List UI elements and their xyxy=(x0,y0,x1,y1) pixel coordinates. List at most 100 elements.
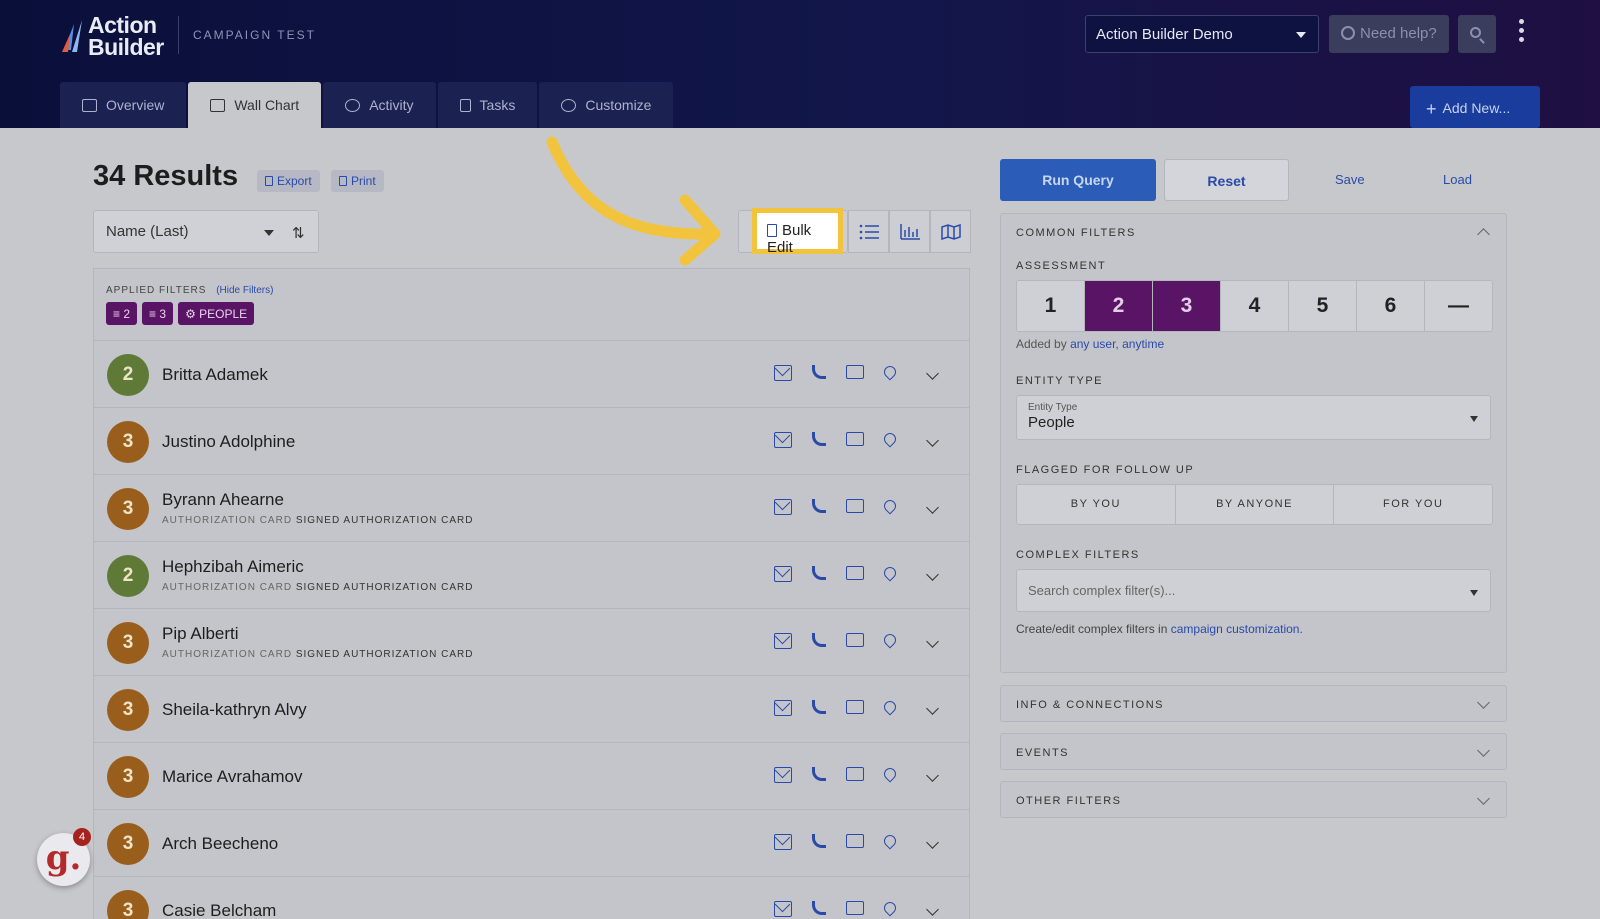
chat-icon[interactable] xyxy=(846,633,864,647)
person-name[interactable]: Justino Adolphine xyxy=(162,432,295,452)
person-row[interactable]: 3 Justino Adolphine xyxy=(94,408,969,475)
email-icon[interactable] xyxy=(774,700,792,716)
assessment-option[interactable]: 5 xyxy=(1289,281,1357,331)
chat-icon[interactable] xyxy=(846,767,864,781)
chevron-down-icon[interactable] xyxy=(926,434,939,447)
need-help-button[interactable]: Need help? xyxy=(1329,15,1449,53)
person-row[interactable]: 3 Byrann Ahearne AUTHORIZATION CARD SIGNED… xyxy=(94,475,969,542)
campaign-customization-link[interactable]: campaign customization. xyxy=(1171,622,1303,636)
chevron-down-icon[interactable] xyxy=(926,367,939,380)
email-icon[interactable] xyxy=(774,767,792,783)
chat-icon[interactable] xyxy=(846,834,864,848)
action-builder-logo[interactable]: Action Builder xyxy=(60,14,164,59)
email-icon[interactable] xyxy=(774,365,792,381)
chevron-down-icon[interactable] xyxy=(926,568,939,581)
filter-chip[interactable]: ⚙ PEOPLE xyxy=(178,302,255,325)
location-pin-icon[interactable] xyxy=(881,497,899,515)
assessment-option[interactable]: 3 xyxy=(1153,281,1221,331)
person-name[interactable]: Hephzibah Aimeric xyxy=(162,557,304,577)
person-name[interactable]: Arch Beecheno xyxy=(162,834,278,854)
hide-filters-link[interactable]: (Hide Filters) xyxy=(216,285,273,296)
person-name[interactable]: Pip Alberti xyxy=(162,624,239,644)
person-name[interactable]: Sheila-kathryn Alvy xyxy=(162,700,307,720)
assessment-option[interactable]: 1 xyxy=(1017,281,1085,331)
assessment-option[interactable]: 6 xyxy=(1357,281,1425,331)
added-by-link[interactable]: any user, anytime xyxy=(1070,337,1164,351)
chat-icon[interactable] xyxy=(846,901,864,915)
email-icon[interactable] xyxy=(774,901,792,917)
person-name[interactable]: Casie Belcham xyxy=(162,901,276,919)
flag-for-you[interactable]: FOR YOU xyxy=(1334,485,1492,524)
chevron-down-icon[interactable] xyxy=(926,702,939,715)
phone-icon[interactable] xyxy=(812,499,826,513)
assessment-option[interactable]: 4 xyxy=(1221,281,1289,331)
assessment-option[interactable]: 2 xyxy=(1085,281,1153,331)
save-query-link[interactable]: Save xyxy=(1335,172,1365,187)
phone-icon[interactable] xyxy=(812,834,826,848)
phone-icon[interactable] xyxy=(812,365,826,379)
location-pin-icon[interactable] xyxy=(881,363,899,381)
add-new-button[interactable]: + Add New... xyxy=(1410,86,1540,128)
email-icon[interactable] xyxy=(774,834,792,850)
person-row[interactable]: 3 Pip Alberti AUTHORIZATION CARD SIGNED AU… xyxy=(94,609,969,676)
entity-type-select[interactable]: Entity Type People xyxy=(1016,395,1491,440)
complex-filter-search[interactable]: Search complex filter(s)... xyxy=(1016,569,1491,612)
phone-icon[interactable] xyxy=(812,566,826,580)
location-pin-icon[interactable] xyxy=(881,430,899,448)
tab-overview[interactable]: Overview xyxy=(60,82,187,128)
email-icon[interactable] xyxy=(774,633,792,649)
info-connections-panel[interactable]: INFO & CONNECTIONS xyxy=(1000,685,1507,722)
filter-chip[interactable]: ≡ 3 xyxy=(142,302,174,325)
chevron-down-icon[interactable] xyxy=(926,501,939,514)
chart-view-button[interactable] xyxy=(889,210,930,253)
tab-activity[interactable]: Activity xyxy=(323,82,436,128)
events-panel[interactable]: EVENTS xyxy=(1000,733,1507,770)
flag-by-you[interactable]: BY YOU xyxy=(1017,485,1176,524)
chat-icon[interactable] xyxy=(846,566,864,580)
chat-icon[interactable] xyxy=(846,432,864,446)
chevron-down-icon[interactable] xyxy=(926,836,939,849)
phone-icon[interactable] xyxy=(812,633,826,647)
person-name[interactable]: Marice Avrahamov xyxy=(162,767,302,787)
person-row[interactable]: 3 Sheila-kathryn Alvy xyxy=(94,676,969,743)
phone-icon[interactable] xyxy=(812,901,826,915)
chat-icon[interactable] xyxy=(846,365,864,379)
more-menu-icon[interactable] xyxy=(1517,19,1525,49)
tab-wall-chart[interactable]: Wall Chart xyxy=(188,82,322,128)
chevron-down-icon[interactable] xyxy=(926,769,939,782)
search-button[interactable] xyxy=(1458,15,1496,53)
chevron-down-icon[interactable] xyxy=(926,635,939,648)
tab-customize[interactable]: Customize xyxy=(539,82,674,128)
load-query-link[interactable]: Load xyxy=(1443,172,1472,187)
common-filters-header[interactable]: COMMON FILTERS xyxy=(1001,214,1506,250)
phone-icon[interactable] xyxy=(812,700,826,714)
run-query-button[interactable]: Run Query xyxy=(1000,159,1156,201)
person-row[interactable]: 3 Casie Belcham xyxy=(94,877,969,919)
tab-tasks[interactable]: Tasks xyxy=(437,82,538,128)
location-pin-icon[interactable] xyxy=(881,832,899,850)
reset-button[interactable]: Reset xyxy=(1164,159,1289,201)
org-select[interactable]: Action Builder Demo xyxy=(1085,15,1319,53)
chat-icon[interactable] xyxy=(846,499,864,513)
map-view-button[interactable] xyxy=(930,210,971,253)
location-pin-icon[interactable] xyxy=(881,765,899,783)
location-pin-icon[interactable] xyxy=(881,698,899,716)
export-button[interactable]: Export xyxy=(257,170,320,192)
print-button[interactable]: Print xyxy=(331,170,384,192)
filter-chip[interactable]: ≡ 2 xyxy=(106,302,138,325)
flag-by-anyone[interactable]: BY ANYONE xyxy=(1175,485,1335,524)
sort-direction-icon[interactable]: ⇅ xyxy=(292,224,305,242)
person-name[interactable]: Britta Adamek xyxy=(162,365,268,385)
location-pin-icon[interactable] xyxy=(881,564,899,582)
chat-icon[interactable] xyxy=(846,700,864,714)
other-filters-panel[interactable]: OTHER FILTERS xyxy=(1000,781,1507,818)
email-icon[interactable] xyxy=(774,499,792,515)
chevron-down-icon[interactable] xyxy=(926,903,939,916)
person-row[interactable]: 2 Hephzibah Aimeric AUTHORIZATION CARD SIG… xyxy=(94,542,969,609)
assessment-option[interactable]: — xyxy=(1425,281,1492,331)
person-row[interactable]: 2 Britta Adamek xyxy=(94,341,969,408)
location-pin-icon[interactable] xyxy=(881,899,899,917)
person-row[interactable]: 3 Arch Beecheno xyxy=(94,810,969,877)
location-pin-icon[interactable] xyxy=(881,631,899,649)
bulk-edit-button[interactable]: Bulk Edit xyxy=(752,208,843,256)
